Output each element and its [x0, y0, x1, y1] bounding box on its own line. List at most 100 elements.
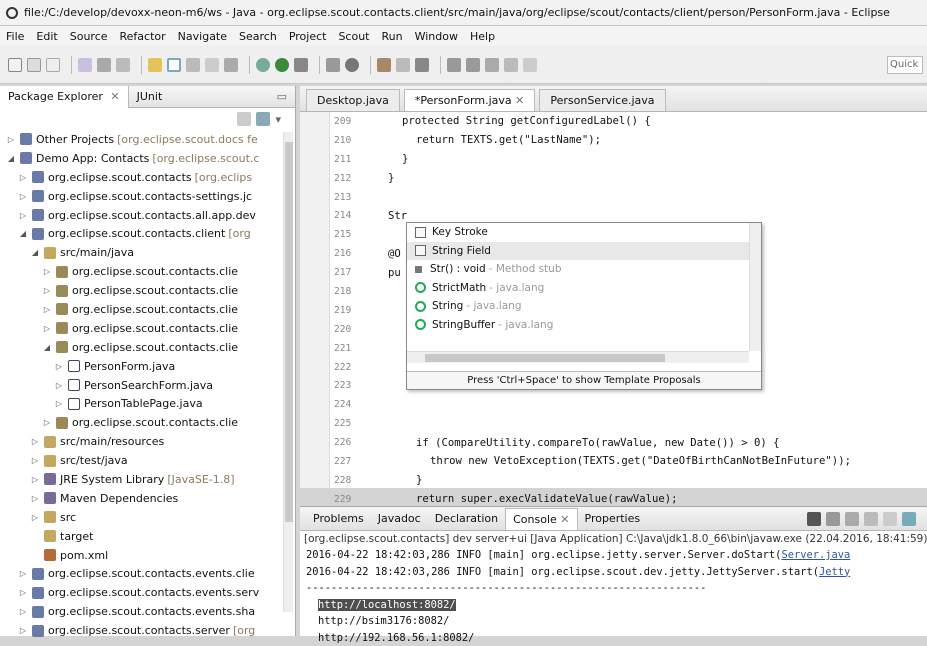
- tree-item[interactable]: ◢org.eclipse.scout.contacts.client[org: [0, 224, 295, 243]
- source-link[interactable]: Server.java: [781, 549, 850, 561]
- new-icon[interactable]: [8, 58, 22, 72]
- tab-personservice-java[interactable]: PersonService.java: [539, 89, 665, 111]
- code-line[interactable]: 213: [334, 188, 927, 207]
- close-icon[interactable]: ✕: [110, 90, 119, 103]
- toggle-mark-icon[interactable]: [167, 58, 181, 72]
- proposal-item[interactable]: Str() : void- Method stub: [407, 260, 761, 279]
- scrollbar-thumb[interactable]: [285, 142, 293, 522]
- open-type-icon[interactable]: [377, 58, 391, 72]
- save-all-icon[interactable]: [46, 58, 60, 72]
- external-tools-icon[interactable]: [294, 58, 308, 72]
- tab-console[interactable]: Console ✕: [505, 508, 577, 530]
- tab-desktop-java[interactable]: Desktop.java: [306, 89, 400, 111]
- console-output[interactable]: 2016-04-22 18:42:03,286 INFO [main] org.…: [300, 547, 927, 646]
- code-line[interactable]: 224: [334, 395, 927, 414]
- tab-personform-java[interactable]: *PersonForm.java ✕: [404, 89, 535, 111]
- tree-item[interactable]: ▷src: [0, 508, 295, 527]
- proposal-horizontal-scrollbar[interactable]: [407, 351, 749, 363]
- server-url[interactable]: http://192.168.56.1:8082/: [318, 632, 474, 644]
- tree-item[interactable]: ▷org.eclipse.scout.contacts.clie: [0, 319, 295, 338]
- proposal-item[interactable]: Key Stroke: [407, 223, 761, 242]
- code-line[interactable]: 210return TEXTS.get("LastName");: [334, 131, 927, 150]
- collapsed-arrow-icon[interactable]: ▷: [18, 607, 28, 616]
- tree-item[interactable]: ▷Maven Dependencies: [0, 489, 295, 508]
- pin-icon[interactable]: [148, 58, 162, 72]
- collapsed-arrow-icon[interactable]: ▷: [42, 418, 52, 427]
- scroll-lock-icon[interactable]: [883, 512, 897, 526]
- tree-item[interactable]: ▷JRE System Library[JavaSE-1.8]: [0, 470, 295, 489]
- tab-javadoc[interactable]: Javadoc: [371, 508, 428, 530]
- expanded-arrow-icon[interactable]: ◢: [18, 229, 28, 238]
- forward-arrow-icon[interactable]: [523, 58, 537, 72]
- tree-item[interactable]: ▷org.eclipse.scout.contacts.all.app.dev: [0, 206, 295, 225]
- proposal-item[interactable]: StrictMath- java.lang: [407, 279, 761, 298]
- menu-help[interactable]: Help: [470, 30, 495, 43]
- collapsed-arrow-icon[interactable]: ▷: [42, 324, 52, 333]
- server-url[interactable]: http://localhost:8082/: [318, 599, 456, 611]
- tree-item[interactable]: ▷org.eclipse.scout.contacts.events.clie: [0, 564, 295, 583]
- tree-item[interactable]: ▷org.eclipse.scout.contacts.clie: [0, 262, 295, 281]
- collapsed-arrow-icon[interactable]: ▷: [18, 173, 28, 182]
- remove-launch-icon[interactable]: [826, 512, 840, 526]
- scout-icon[interactable]: [78, 58, 92, 72]
- tree-item[interactable]: ▷org.eclipse.scout.contacts-settings.jc: [0, 187, 295, 206]
- code-line[interactable]: 228}: [334, 471, 927, 490]
- menu-scout[interactable]: Scout: [338, 30, 369, 43]
- search-icon[interactable]: [396, 58, 410, 72]
- collapsed-arrow-icon[interactable]: ▷: [42, 267, 52, 276]
- tree-item[interactable]: ▷src/main/resources: [0, 432, 295, 451]
- view-menu-icon[interactable]: ▾: [275, 113, 281, 126]
- collapsed-arrow-icon[interactable]: ▷: [30, 475, 40, 484]
- expanded-arrow-icon[interactable]: ◢: [6, 154, 16, 163]
- menu-search[interactable]: Search: [239, 30, 277, 43]
- tree-item[interactable]: target: [0, 527, 295, 546]
- tree-item[interactable]: ▷org.eclipse.scout.contacts.clie: [0, 413, 295, 432]
- collapse-all-icon[interactable]: [237, 112, 251, 126]
- scrollbar-thumb[interactable]: [425, 354, 665, 362]
- tree-item[interactable]: ▷org.eclipse.scout.contacts.events.serv: [0, 583, 295, 602]
- debug-icon[interactable]: [256, 58, 270, 72]
- menu-source[interactable]: Source: [70, 30, 108, 43]
- menu-run[interactable]: Run: [382, 30, 403, 43]
- skip-breakpoints-icon[interactable]: [97, 58, 111, 72]
- proposal-item[interactable]: String- java.lang: [407, 297, 761, 316]
- tree-item[interactable]: ▷PersonTablePage.java: [0, 394, 295, 413]
- pin-console-icon[interactable]: [902, 512, 916, 526]
- menu-window[interactable]: Window: [415, 30, 458, 43]
- server-url[interactable]: http://bsim3176:8082/: [318, 615, 449, 627]
- last-edit-icon[interactable]: [485, 58, 499, 72]
- code-line[interactable]: 227throw new VetoException(TEXTS.get("Da…: [334, 452, 927, 471]
- tree-item[interactable]: ▷PersonSearchForm.java: [0, 376, 295, 395]
- tab-package-explorer[interactable]: Package Explorer ✕: [0, 86, 129, 108]
- link-with-editor-icon[interactable]: [256, 112, 270, 126]
- tab-junit[interactable]: JUnit: [129, 86, 171, 108]
- menu-file[interactable]: File: [6, 30, 24, 43]
- collapsed-arrow-icon[interactable]: ▷: [30, 437, 40, 446]
- tree-item[interactable]: ▷org.eclipse.scout.contacts.events.sha: [0, 602, 295, 621]
- tab-declaration[interactable]: Declaration: [428, 508, 505, 530]
- tree-item[interactable]: ▷org.eclipse.scout.contacts.clie: [0, 300, 295, 319]
- collapsed-arrow-icon[interactable]: ▷: [42, 286, 52, 295]
- new-class-icon[interactable]: [326, 58, 340, 72]
- code-line[interactable]: 209protected String getConfiguredLabel()…: [334, 112, 927, 131]
- collapsed-arrow-icon[interactable]: ▷: [18, 192, 28, 201]
- code-line[interactable]: 211}: [334, 150, 927, 169]
- close-icon[interactable]: ✕: [560, 513, 569, 526]
- tree-item[interactable]: ▷PersonForm.java: [0, 357, 295, 376]
- tree-item[interactable]: ▷org.eclipse.scout.contacts.clie: [0, 281, 295, 300]
- block-select-icon[interactable]: [205, 58, 219, 72]
- tab-problems[interactable]: Problems: [306, 508, 371, 530]
- collapsed-arrow-icon[interactable]: ▷: [18, 211, 28, 220]
- run-icon[interactable]: [275, 58, 289, 72]
- collapsed-arrow-icon[interactable]: ▷: [54, 362, 64, 371]
- annotation-icon[interactable]: [415, 58, 429, 72]
- collapsed-arrow-icon[interactable]: ▷: [30, 513, 40, 522]
- tree-item[interactable]: pom.xml: [0, 546, 295, 565]
- collapsed-arrow-icon[interactable]: ▷: [54, 399, 64, 408]
- proposal-vertical-scrollbar[interactable]: [749, 223, 761, 351]
- collapsed-arrow-icon[interactable]: ▷: [42, 305, 52, 314]
- next-annotation-icon[interactable]: [447, 58, 461, 72]
- tree-item[interactable]: ▷org.eclipse.scout.contacts.server[org: [0, 621, 295, 640]
- menu-project[interactable]: Project: [289, 30, 327, 43]
- tree-item[interactable]: ▷org.eclipse.scout.contacts[org.eclips: [0, 168, 295, 187]
